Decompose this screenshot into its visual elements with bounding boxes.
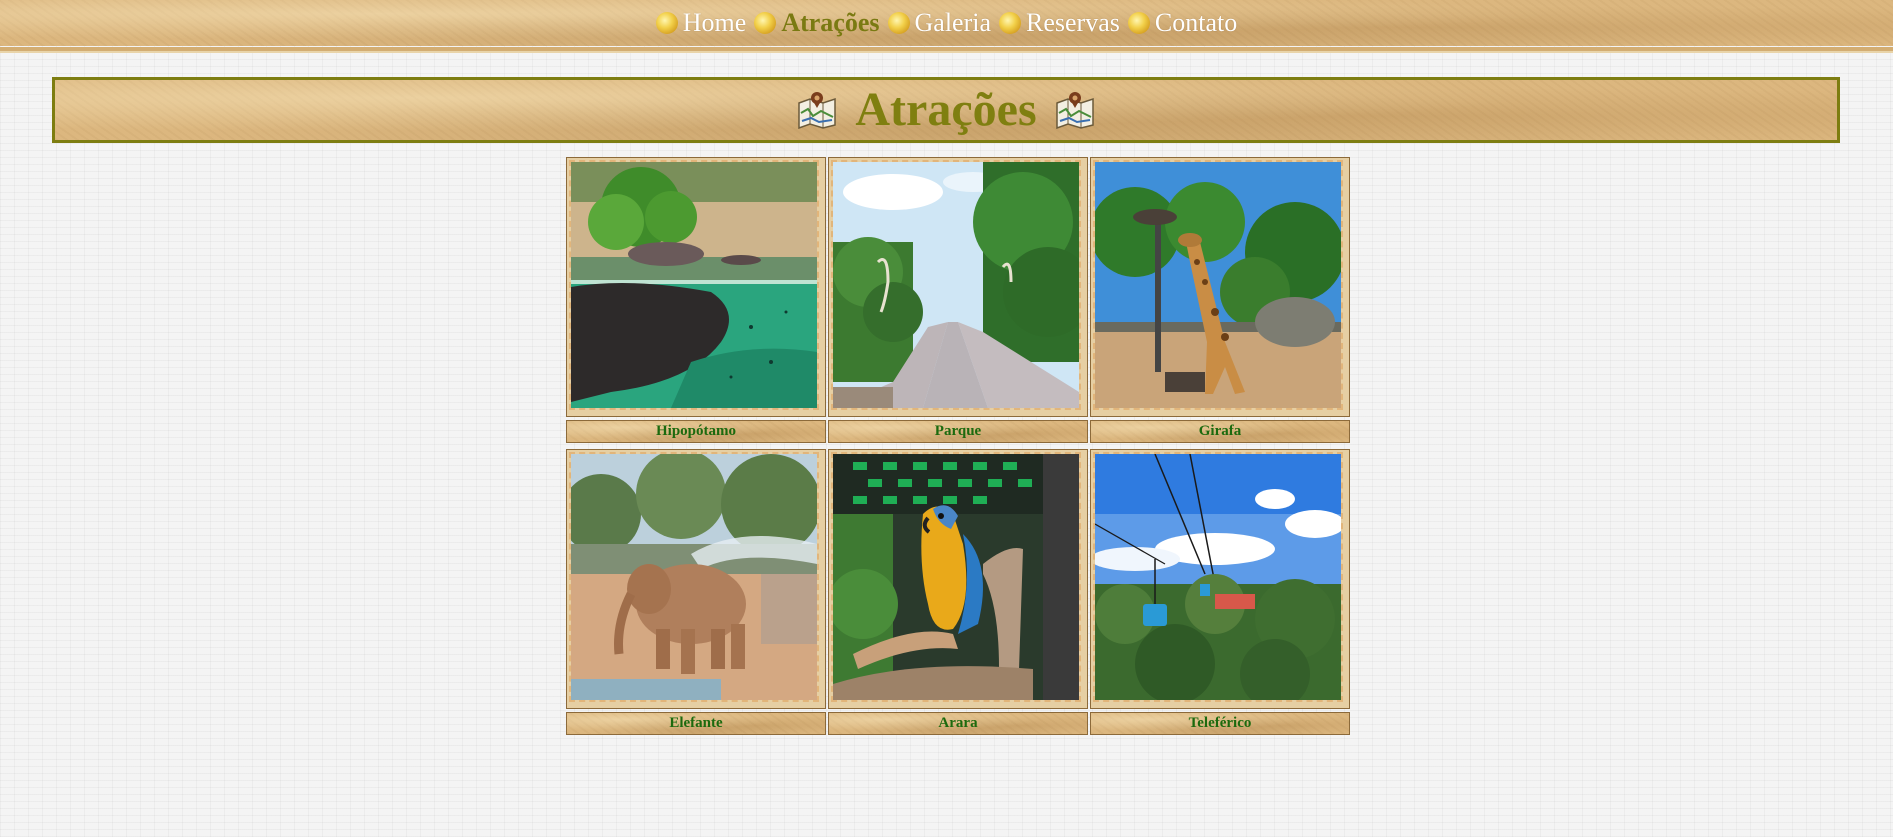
nav-gallery-label: Galeria (914, 8, 992, 37)
nav-gallery-link[interactable]: Galeria (887, 8, 992, 38)
park-path-topiary-photo (831, 160, 1081, 410)
photo-frame[interactable] (828, 157, 1088, 417)
hippo-underwater-photo (569, 160, 819, 410)
top-nav: Home Atrações Galeria Reservas Contato (0, 0, 1893, 46)
gallery-card-hippo: Hipopótamo (566, 157, 826, 443)
nav-home-label: Home (682, 8, 747, 37)
gallery-caption[interactable]: Hipopótamo (566, 420, 826, 443)
attractions-gallery: Hipopótamo Parque Girafa (566, 157, 1350, 443)
photo-frame[interactable] (828, 449, 1088, 709)
page-title-banner: Atrações (52, 77, 1840, 143)
nav-reservations-label: Reservas (1026, 8, 1120, 37)
photo-frame[interactable] (1090, 449, 1350, 709)
nav-attractions-label: Atrações (781, 8, 880, 37)
nav-contact-label: Contato (1154, 8, 1238, 37)
nav-divider-light (0, 51, 1893, 53)
gallery-caption[interactable]: Elefante (566, 712, 826, 735)
gold-bullet-icon (999, 12, 1022, 34)
attractions-gallery-row2: Elefante Arara Teleférico (566, 449, 1350, 735)
cable-car-photo (1093, 452, 1343, 702)
gallery-card-giraffe: Girafa (1090, 157, 1350, 443)
macaw-photo (831, 452, 1081, 702)
nav-home-link[interactable]: Home (655, 8, 747, 38)
photo-frame[interactable] (1090, 157, 1350, 417)
photo-frame[interactable] (566, 157, 826, 417)
nav-contact-link[interactable]: Contato (1127, 8, 1238, 38)
map-icon (1055, 92, 1094, 129)
gallery-card-cable-car: Teleférico (1090, 449, 1350, 735)
page-title: Atrações (855, 83, 1037, 136)
gallery-caption[interactable]: Arara (828, 712, 1088, 735)
gallery-card-park: Parque (828, 157, 1088, 443)
photo-frame[interactable] (566, 449, 826, 709)
gallery-caption[interactable]: Parque (828, 420, 1088, 443)
nav-attractions-link[interactable]: Atrações (754, 8, 880, 38)
giraffe-photo (1093, 160, 1343, 410)
gold-bullet-icon (754, 12, 777, 34)
gold-bullet-icon (887, 12, 910, 34)
gold-bullet-icon (1127, 12, 1150, 34)
elephant-photo (569, 452, 819, 702)
nav-reservations-link[interactable]: Reservas (999, 8, 1120, 38)
gallery-card-macaw: Arara (828, 449, 1088, 735)
gallery-caption[interactable]: Teleférico (1090, 712, 1350, 735)
gold-bullet-icon (655, 12, 678, 34)
gallery-caption[interactable]: Girafa (1090, 420, 1350, 443)
map-icon (798, 92, 837, 129)
gallery-card-elephant: Elefante (566, 449, 826, 735)
